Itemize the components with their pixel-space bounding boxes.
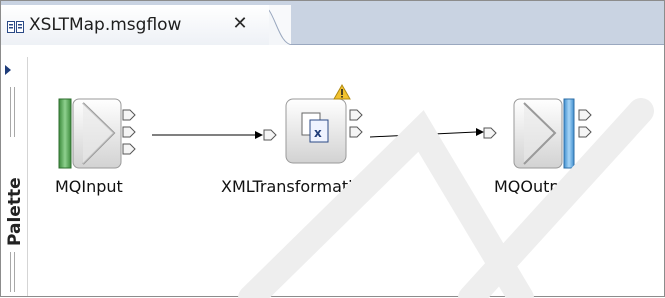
- palette-label[interactable]: Palette: [4, 149, 25, 249]
- triangle-right-icon[interactable]: [5, 65, 11, 75]
- message-flow-editor: XSLTMap.msgflow ✕ Palette x MQInput XMLT…: [0, 0, 665, 298]
- mq-input-node-icon[interactable]: [58, 98, 136, 169]
- warning-icon[interactable]: [333, 83, 351, 100]
- msgflow-file-icon: [7, 21, 24, 33]
- node-label-mqoutput: MQOutput: [494, 177, 576, 196]
- palette-label-text: Palette: [5, 177, 24, 246]
- flow-canvas[interactable]: x MQInput XMLTransformation MQOutput: [28, 57, 664, 296]
- editor-tab[interactable]: XSLTMap.msgflow ✕: [1, 5, 293, 45]
- close-icon[interactable]: ✕: [231, 15, 249, 33]
- node-label-mqinput: MQInput: [55, 177, 123, 196]
- editor-tab-strip: XSLTMap.msgflow ✕: [1, 1, 664, 45]
- connection-xmltransformation-to-mqoutput[interactable]: [369, 128, 484, 138]
- mq-output-node-icon[interactable]: [483, 98, 592, 169]
- palette-grip-bottom[interactable]: [10, 252, 18, 292]
- svg-text:x: x: [314, 126, 322, 140]
- xml-transformation-node-icon[interactable]: x: [263, 98, 363, 164]
- palette-drawer[interactable]: Palette: [1, 57, 28, 296]
- connection-mqinput-to-xmltransformation[interactable]: [152, 131, 263, 139]
- tab-title: XSLTMap.msgflow: [29, 15, 182, 35]
- palette-grip-top[interactable]: [10, 87, 18, 137]
- node-label-xmltransformation: XMLTransformation: [221, 177, 373, 196]
